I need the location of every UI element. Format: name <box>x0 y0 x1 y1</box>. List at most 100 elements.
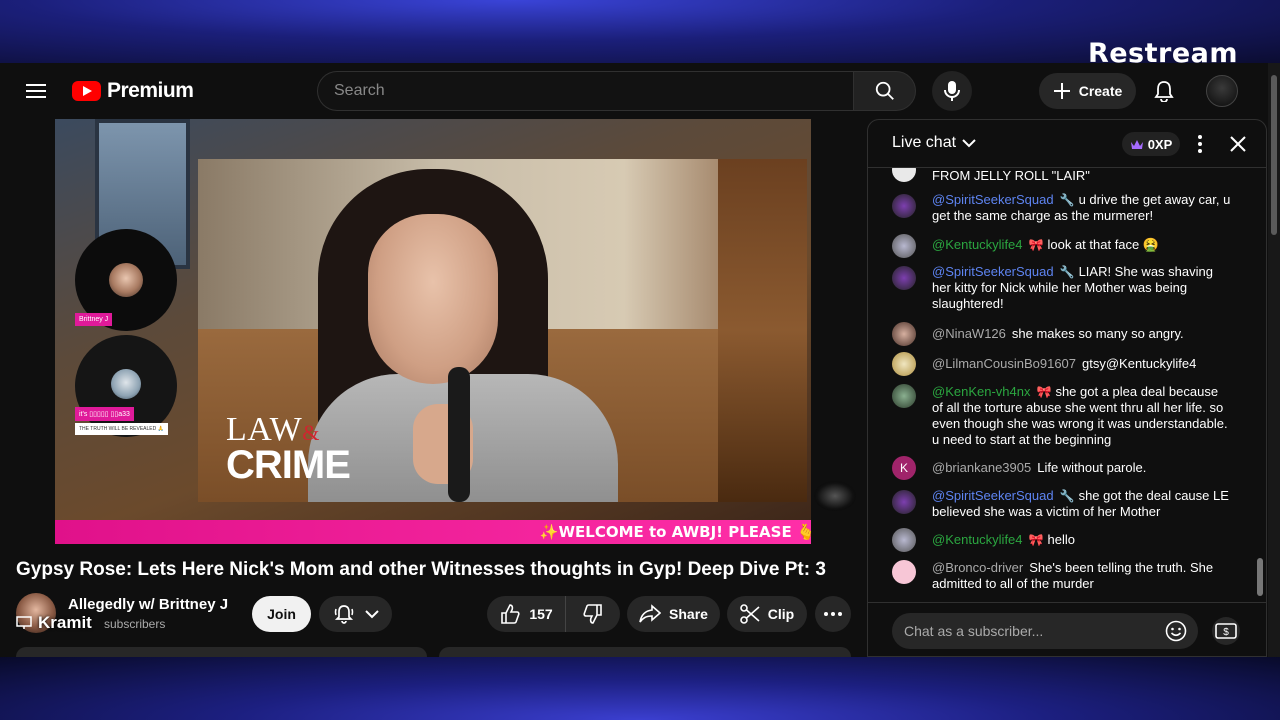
logo-text: Premium <box>107 79 194 102</box>
law-and-crime-logo: LAW& CRIME <box>226 413 351 488</box>
chat-message-input[interactable] <box>892 613 1198 649</box>
scissors-icon <box>739 604 760 624</box>
logo-crime: CRIME <box>226 443 351 488</box>
chat-scrollbar[interactable] <box>1256 168 1264 602</box>
close-icon <box>1230 136 1246 152</box>
crown-icon <box>1130 139 1143 149</box>
chat-close-button[interactable] <box>1226 132 1250 156</box>
host-face <box>109 263 143 297</box>
thumbs-up-icon <box>501 604 520 624</box>
hamburger-icon <box>26 84 46 98</box>
chat-message-text: FROM JELLY ROLL "LAIR" <box>932 168 1090 183</box>
description-panel-right[interactable] <box>439 647 851 657</box>
search-button[interactable] <box>853 71 916 111</box>
wrench-badge-icon: 🔧 <box>1059 193 1075 207</box>
chat-author[interactable]: @Kentuckylife4 <box>932 532 1023 547</box>
chat-message-body: @LilmanCousinBo91607 gtsy@Kentuckylife4 <box>932 356 1232 372</box>
channel-name[interactable]: Allegedly w/ Brittney J <box>68 596 228 613</box>
description-panel-left[interactable] <box>16 647 427 657</box>
notifications-button[interactable] <box>1144 71 1184 111</box>
search-input[interactable] <box>317 71 853 111</box>
like-button[interactable]: 157 <box>487 596 566 632</box>
chat-author[interactable]: @LilmanCousinBo91607 <box>932 356 1076 371</box>
chat-scrollbar-thumb[interactable] <box>1257 558 1263 596</box>
chat-author[interactable]: @Bronco-driver <box>932 560 1023 575</box>
chat-author[interactable]: @NinaW126 <box>932 326 1006 341</box>
clip-button[interactable]: Clip <box>727 596 807 632</box>
wrench-badge-icon: 🔧 <box>1059 265 1075 279</box>
chat-avatar[interactable] <box>892 490 916 514</box>
video-player[interactable]: Brittney J it's ▯▯▯▯▯ ▯▯a33 THE TRUTH WI… <box>55 119 811 544</box>
create-button[interactable]: Create <box>1039 73 1136 109</box>
super-chat-icon: $ <box>1215 623 1237 639</box>
chat-header: Live chat 0XP <box>868 120 1266 168</box>
page-scrollbar-thumb[interactable] <box>1271 75 1277 235</box>
chat-message-list[interactable]: FROM JELLY ROLL "LAIR" @SpiritSeekerSqua… <box>868 168 1254 602</box>
youtube-premium-logo[interactable]: Premium <box>72 79 194 103</box>
guest-face <box>111 369 141 399</box>
super-chat-button[interactable]: $ <box>1212 617 1240 645</box>
guest-camera-bubble <box>75 335 177 437</box>
chat-author[interactable]: @Kentuckylife4 <box>932 237 1023 252</box>
court-video-frame: LAW& CRIME <box>198 159 807 502</box>
kramit-overlay: Kramit <box>16 613 92 633</box>
chat-avatar[interactable]: K <box>892 456 916 480</box>
chat-author[interactable]: @SpiritSeekerSquad <box>932 264 1054 279</box>
like-count: 157 <box>529 606 553 622</box>
chat-message-body: @SpiritSeekerSquad 🔧 LIAR! She was shaving… <box>932 264 1232 312</box>
create-label: Create <box>1078 83 1123 99</box>
chat-message-text: gtsy@Kentuckylife4 <box>1082 356 1197 371</box>
youtube-play-icon <box>72 81 101 101</box>
chat-avatar[interactable] <box>892 560 916 584</box>
page-scrollbar[interactable] <box>1268 63 1280 657</box>
emoji-button[interactable] <box>1164 619 1188 643</box>
chat-author[interactable]: @KenKen-vh4nx <box>932 384 1030 399</box>
chat-avatar[interactable] <box>892 384 916 408</box>
chat-avatar[interactable] <box>892 352 916 376</box>
chat-author[interactable]: @briankane3905 <box>932 460 1031 475</box>
chat-avatar[interactable] <box>892 266 916 290</box>
chat-message-body: @Kentuckylife4 🎀 look at that face 🤮 <box>932 237 1232 253</box>
more-actions-button[interactable] <box>815 596 851 632</box>
chat-message-body: @KenKen-vh4nx 🎀 she got a plea deal becaus… <box>932 384 1232 448</box>
live-chat-panel: Live chat 0XP FROM JELLY ROLL "LAIR" @Sp… <box>867 119 1267 657</box>
dislike-button[interactable] <box>566 596 620 632</box>
menu-button[interactable] <box>16 71 56 111</box>
member-badge-icon: 🎀 <box>1028 238 1044 252</box>
chat-avatar[interactable] <box>892 168 916 182</box>
xp-badge[interactable]: 0XP <box>1122 132 1180 156</box>
chat-message-body: @Kentuckylife4 🎀 hello <box>932 532 1232 548</box>
wood-wall <box>718 159 807 502</box>
share-button[interactable]: Share <box>627 596 720 632</box>
chat-options-button[interactable] <box>1188 132 1212 156</box>
monitor-icon <box>16 616 32 629</box>
voice-search-button[interactable] <box>932 71 972 111</box>
chat-message-text: she makes so many so angry. <box>1011 326 1184 341</box>
restream-background-bottom <box>0 656 1280 720</box>
clip-label: Clip <box>767 606 795 622</box>
member-badge-icon: 🎀 <box>1028 533 1044 547</box>
search-icon <box>875 81 894 100</box>
share-label: Share <box>669 606 708 622</box>
bell-ringing-icon <box>334 605 353 624</box>
chat-avatar[interactable] <box>892 234 916 258</box>
chat-avatar[interactable] <box>892 322 916 346</box>
chat-title: Live chat <box>892 134 957 151</box>
top-header: Premium Create <box>0 63 1280 119</box>
chat-author[interactable]: @SpiritSeekerSquad <box>932 192 1054 207</box>
join-button[interactable]: Join <box>252 596 311 632</box>
wrench-badge-icon: 🔧 <box>1059 489 1075 503</box>
chat-message-text: hello <box>1047 532 1075 547</box>
microphone-icon <box>944 81 960 101</box>
chat-message-body: @SpiritSeekerSquad 🔧 u drive the get away … <box>932 192 1232 224</box>
chat-message-text: look at that face 🤮 <box>1047 237 1160 252</box>
chat-avatar[interactable] <box>892 194 916 218</box>
chat-input-area: $ <box>868 602 1266 656</box>
chat-avatar[interactable] <box>892 528 916 552</box>
emoji-icon <box>1165 620 1187 642</box>
account-avatar[interactable] <box>1206 75 1238 107</box>
chat-message-body: FROM JELLY ROLL "LAIR" <box>932 168 1232 184</box>
chat-author[interactable]: @SpiritSeekerSquad <box>932 488 1054 503</box>
subscription-bell-button[interactable] <box>319 596 392 632</box>
chat-mode-selector[interactable]: Live chat <box>892 134 976 152</box>
